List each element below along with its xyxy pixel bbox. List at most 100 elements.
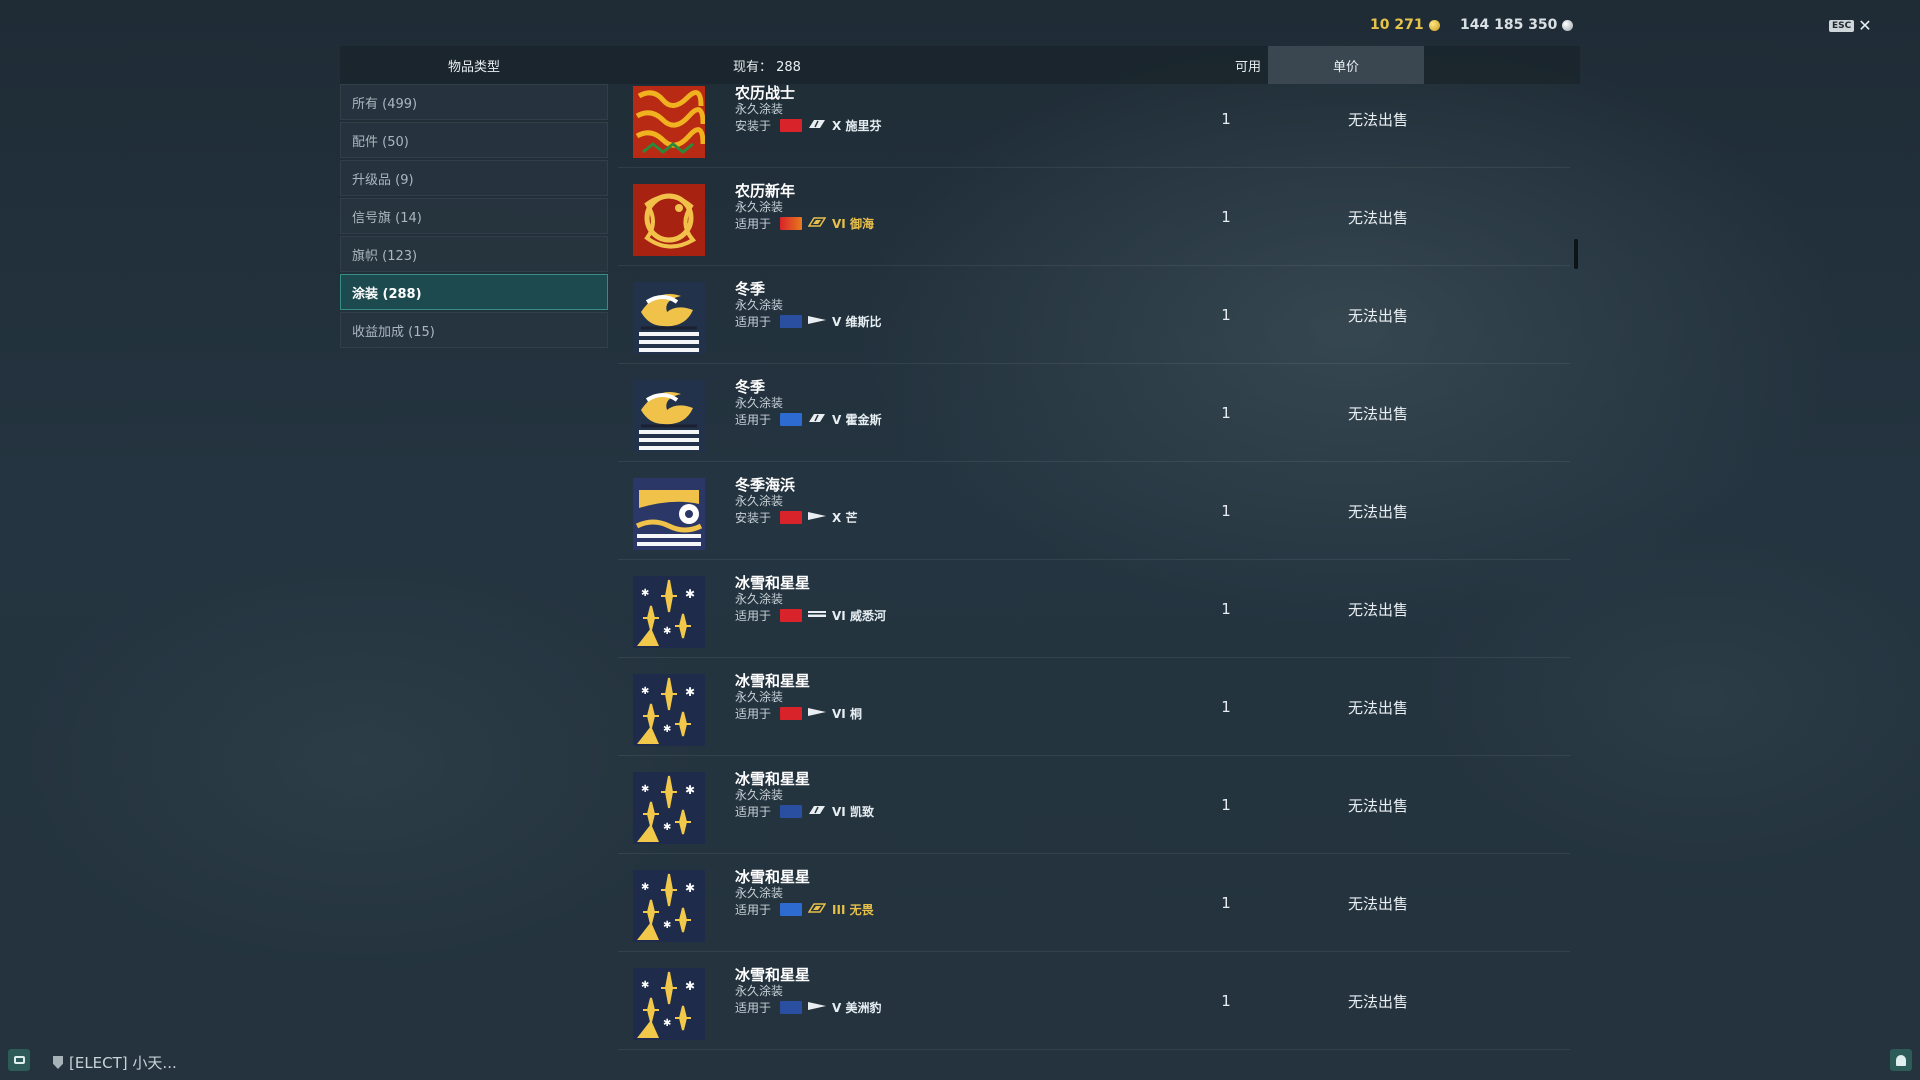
svg-text:✱: ✱ <box>641 882 649 893</box>
item-type: 永久涂装 <box>735 396 784 410</box>
category-boosters[interactable]: 收益加成 (15) <box>340 312 608 348</box>
camouflage-thumbnail <box>633 380 705 452</box>
ship-prefix: 适用于 <box>735 902 772 917</box>
category-all[interactable]: 所有 (499) <box>340 84 608 120</box>
header-price[interactable]: 单价 <box>1268 46 1424 84</box>
ship-class-icon <box>802 510 827 524</box>
item-price: 无法出售 <box>1347 698 1408 717</box>
item-type: 永久涂装 <box>735 298 784 312</box>
ship-class-icon <box>802 804 826 818</box>
chat-button[interactable] <box>8 1049 30 1071</box>
nation-flag-icon <box>780 706 803 720</box>
item-price: 无法出售 <box>1347 404 1408 423</box>
item-price: 无法出售 <box>1347 306 1408 325</box>
item-row[interactable]: ✱ ✱ ✱ 冰雪和星星 永久涂装 适用于 III 无畏 1 无法出售 <box>618 854 1570 952</box>
ship-class-icon <box>802 216 827 230</box>
category-signals[interactable]: 信号旗 (14) <box>340 198 608 234</box>
nation-flag-icon <box>780 902 803 916</box>
item-type: 永久涂装 <box>735 886 784 900</box>
item-row[interactable]: 冬季 永久涂装 适用于 V 维斯比 1 无法出售 <box>618 266 1570 364</box>
item-price: 无法出售 <box>1347 110 1408 129</box>
list-scrollbar[interactable] <box>1574 239 1578 269</box>
esc-key-label: ESC <box>1829 20 1855 32</box>
nation-flag-icon <box>780 314 803 328</box>
item-row[interactable]: 农历新年 永久涂装 适用于 VI 御海 1 无法出售 <box>618 168 1570 266</box>
camouflage-thumbnail: ✱ ✱ ✱ <box>633 772 705 844</box>
chat-icon <box>13 1056 25 1064</box>
ship-tier-name: VI 御海 <box>832 216 874 231</box>
item-list: 农历战士 永久涂装 安装于 X 施里芬 1 无法出售 农历新年 永久涂装 适用于 VI 御海 1 无法… <box>618 84 1570 1063</box>
ship-class-icon <box>802 608 827 622</box>
nation-flag-icon <box>780 118 803 132</box>
svg-text:✱: ✱ <box>663 822 671 833</box>
nation-flag-icon <box>780 216 803 230</box>
item-price: 无法出售 <box>1347 208 1408 227</box>
item-type: 永久涂装 <box>735 788 784 802</box>
item-available: 1 <box>1221 110 1231 128</box>
svg-text:✱: ✱ <box>685 881 695 895</box>
ship-prefix: 适用于 <box>735 804 772 819</box>
camouflage-thumbnail <box>633 184 705 256</box>
item-row[interactable]: ✱ ✱ ✱ 冰雪和星星 永久涂装 适用于 VI 桐 1 无法出售 <box>618 658 1570 756</box>
ship-prefix: 适用于 <box>735 1000 772 1015</box>
item-type: 永久涂装 <box>735 984 784 998</box>
nation-flag-icon <box>780 510 803 524</box>
clan-label: [ELECT] 小天... <box>69 1054 177 1072</box>
item-price: 无法出售 <box>1347 502 1408 521</box>
item-row[interactable]: 农历战士 永久涂装 安装于 X 施里芬 1 无法出售 <box>618 84 1570 168</box>
camouflage-thumbnail: ✱ ✱ ✱ <box>633 674 705 746</box>
header-count: 现有： 288 <box>733 59 801 75</box>
item-ship: 安装于 X 施里芬 <box>735 117 881 133</box>
svg-text:✱: ✱ <box>641 588 649 599</box>
nation-flag-icon <box>780 608 803 622</box>
item-row[interactable]: ✱ ✱ ✱ 冰雪和星星 永久涂装 适用于 VI 威悉河 1 无法出售 <box>618 560 1570 658</box>
ship-prefix: 适用于 <box>735 608 772 623</box>
silver-coin-icon <box>1562 19 1574 31</box>
ship-tier-name: VI 威悉河 <box>832 608 886 623</box>
svg-text:✱: ✱ <box>641 980 649 991</box>
camouflage-thumbnail: ✱ ✱ ✱ <box>633 870 705 942</box>
item-ship: 适用于 VI 御海 <box>735 215 874 231</box>
item-available: 1 <box>1221 992 1231 1010</box>
item-available: 1 <box>1221 600 1231 618</box>
camouflage-thumbnail: ✱ ✱ ✱ <box>633 968 705 1040</box>
item-type: 永久涂装 <box>735 200 784 214</box>
category-flags[interactable]: 旗帜 (123) <box>340 236 608 272</box>
notification-button[interactable] <box>1890 1049 1912 1071</box>
item-row[interactable]: 冬季 永久涂装 适用于 V 霍金斯 1 无法出售 <box>618 364 1570 462</box>
item-row[interactable]: ✱ ✱ ✱ 冰雪和星星 永久涂装 适用于 VI 凯致 1 无法出售 <box>618 756 1570 854</box>
item-ship: 安装于 X 芒 <box>735 509 857 525</box>
item-row[interactable]: 冬季海浜 永久涂装 安装于 X 芒 1 无法出售 <box>618 462 1570 560</box>
ship-prefix: 适用于 <box>735 216 772 231</box>
clan-tag[interactable]: [ELECT] 小天... <box>53 1052 177 1073</box>
ship-tier-name: V 美洲豹 <box>832 1000 882 1015</box>
ship-prefix: 适用于 <box>735 706 772 721</box>
item-ship: 适用于 V 维斯比 <box>735 313 881 329</box>
ship-class-icon <box>802 706 827 720</box>
item-price: 无法出售 <box>1347 894 1408 913</box>
item-available: 1 <box>1221 698 1231 716</box>
svg-text:✱: ✱ <box>663 626 671 637</box>
camouflage-thumbnail <box>633 86 705 158</box>
category-upgrades[interactable]: 升级品 (9) <box>340 160 608 196</box>
item-row[interactable]: ✱ ✱ ✱ 冰雪和星星 永久涂装 适用于 V 美洲豹 1 无法出售 <box>618 952 1570 1050</box>
ship-class-icon <box>802 1000 827 1014</box>
close-button[interactable]: ESC ✕ <box>1829 16 1872 35</box>
close-icon: ✕ <box>1858 16 1872 35</box>
ship-tier-name: V 霍金斯 <box>832 412 882 427</box>
ship-tier-name: III 无畏 <box>832 902 874 917</box>
item-available: 1 <box>1221 208 1231 226</box>
item-available: 1 <box>1221 404 1231 422</box>
header-item-type: 物品类型 <box>447 59 500 75</box>
item-ship: 适用于 VI 桐 <box>735 705 862 721</box>
silver-balance: 144 185 350 <box>1460 15 1574 35</box>
item-available: 1 <box>1221 306 1231 324</box>
credits-balance: 10 271 <box>1370 15 1440 35</box>
nation-flag-icon <box>780 412 803 426</box>
item-type: 永久涂装 <box>735 592 784 606</box>
category-camouflage[interactable]: 涂装 (288) <box>340 274 608 310</box>
item-ship: 适用于 III 无畏 <box>735 901 874 917</box>
svg-text:✱: ✱ <box>663 1018 671 1029</box>
category-modules[interactable]: 配件 (50) <box>340 122 608 158</box>
item-type: 永久涂装 <box>735 102 784 116</box>
